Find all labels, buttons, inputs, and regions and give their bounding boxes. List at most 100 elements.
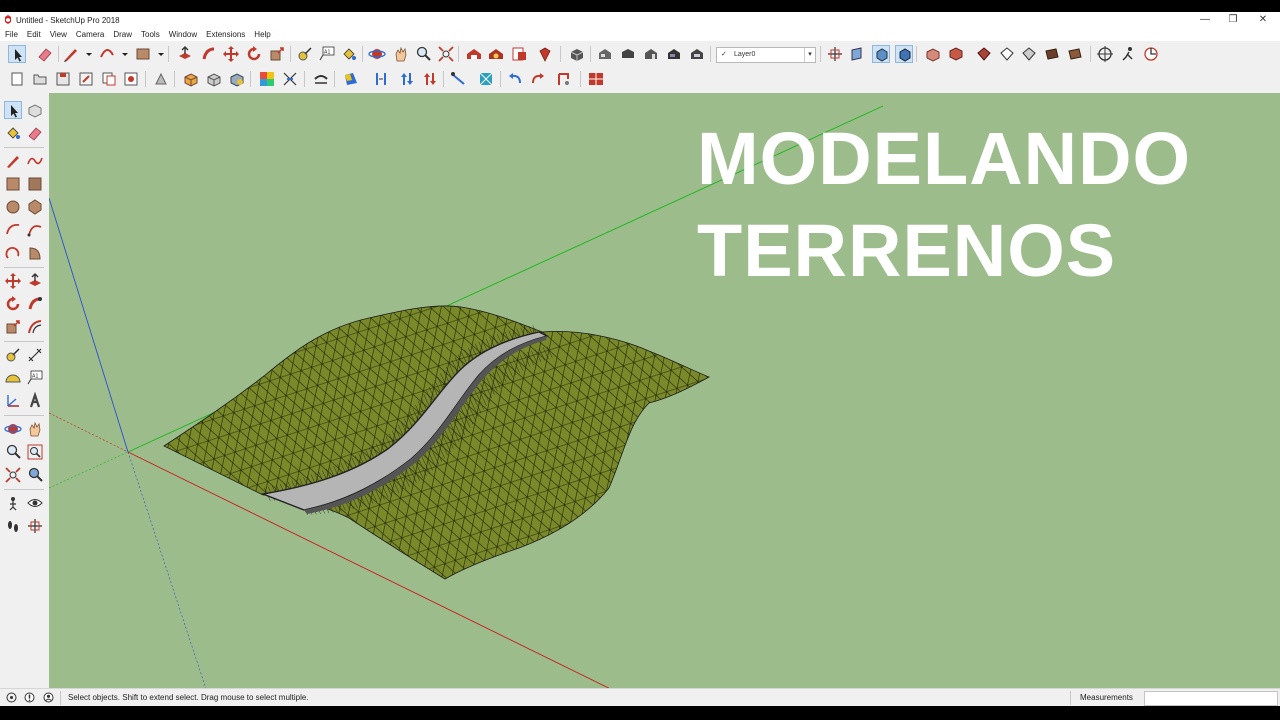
view-front-button[interactable]	[642, 45, 660, 63]
left-follow-me-tool[interactable]	[26, 295, 44, 313]
left-2pt-arc-tool[interactable]	[26, 221, 44, 239]
paint-face-button[interactable]	[342, 70, 360, 88]
redo-button[interactable]	[529, 70, 547, 88]
move-up-button[interactable]	[398, 70, 416, 88]
3d-warehouse-button[interactable]	[465, 45, 483, 63]
left-rectangle-tool[interactable]	[4, 175, 22, 193]
line-tool-dropdown[interactable]	[80, 45, 92, 63]
layout-button[interactable]	[510, 45, 528, 63]
shaded-style-button[interactable]	[1020, 45, 1038, 63]
hidden-line-style-button[interactable]	[998, 45, 1016, 63]
soften-edges-button[interactable]	[281, 70, 299, 88]
model-viewport[interactable]: MODELANDO TERRENOS	[49, 93, 1280, 698]
undo-button[interactable]	[506, 70, 524, 88]
smoove-tool-button[interactable]	[312, 70, 330, 88]
left-circle-tool[interactable]	[4, 198, 22, 216]
push-pull-tool-button[interactable]	[176, 45, 194, 63]
left-tape-measure-tool[interactable]	[4, 346, 22, 364]
paint-bucket-tool-button[interactable]	[340, 45, 358, 63]
menu-file[interactable]: File	[0, 28, 22, 41]
left-section-plane-tool[interactable]	[26, 517, 44, 535]
select-tool-button[interactable]	[8, 45, 26, 63]
look-around-button[interactable]	[1142, 45, 1160, 63]
menu-extensions[interactable]: Extensions	[201, 28, 249, 41]
tape-measure-tool-button[interactable]	[296, 45, 314, 63]
move-tool-button[interactable]	[222, 45, 240, 63]
left-pie-tool[interactable]	[26, 244, 44, 262]
left-previous-view-tool[interactable]	[26, 466, 44, 484]
rotate-tool-button[interactable]	[245, 45, 263, 63]
move-down-button[interactable]	[421, 70, 439, 88]
left-polygon-tool[interactable]	[26, 198, 44, 216]
display-section-fill-button[interactable]	[895, 45, 913, 63]
left-arc-tool[interactable]	[4, 221, 22, 239]
close-button[interactable]: ✕	[1248, 13, 1278, 27]
display-section-cuts-button[interactable]	[872, 45, 890, 63]
shaded-textures-style-button[interactable]	[1043, 45, 1061, 63]
back-edges-button[interactable]	[947, 45, 965, 63]
eraser-tool-button[interactable]	[36, 45, 54, 63]
line-tool-button[interactable]	[62, 45, 80, 63]
menu-view[interactable]: View	[45, 28, 71, 41]
left-pan-tool[interactable]	[26, 420, 44, 438]
add-detail-button[interactable]	[555, 70, 573, 88]
left-zoom-extents-tool[interactable]	[4, 466, 22, 484]
user-account-icon[interactable]	[43, 692, 54, 703]
left-text-tool[interactable]: A1	[26, 369, 44, 387]
left-3pt-arc-tool[interactable]	[4, 244, 22, 262]
left-line-tool[interactable]	[4, 152, 22, 170]
monochrome-style-button[interactable]	[1066, 45, 1084, 63]
left-freehand-tool[interactable]	[26, 152, 44, 170]
open-file-button[interactable]	[31, 70, 49, 88]
left-push-pull-tool[interactable]	[26, 272, 44, 290]
ruby-console-button[interactable]	[587, 70, 605, 88]
view-right-button[interactable]	[665, 45, 683, 63]
make-group-button[interactable]	[205, 70, 223, 88]
text-tool-button[interactable]: A1	[318, 45, 336, 63]
extension-warehouse-button[interactable]	[487, 45, 505, 63]
rectangle-tool-button[interactable]	[134, 45, 152, 63]
model-info-button[interactable]	[152, 70, 170, 88]
zoom-extents-button[interactable]	[437, 45, 455, 63]
cut-button[interactable]	[77, 70, 95, 88]
left-protractor-tool[interactable]	[4, 369, 22, 387]
menu-window[interactable]: Window	[164, 28, 201, 41]
make-component-button[interactable]	[182, 70, 200, 88]
flip-along-button[interactable]	[372, 70, 390, 88]
measurements-input[interactable]	[1144, 691, 1278, 706]
pan-tool-button[interactable]	[392, 45, 410, 63]
follow-me-tool-button[interactable]	[200, 45, 218, 63]
wireframe-style-button[interactable]	[975, 45, 993, 63]
left-position-camera-tool[interactable]	[4, 494, 22, 512]
display-section-planes-button[interactable]	[849, 45, 867, 63]
menu-tools[interactable]: Tools	[136, 28, 164, 41]
menu-camera[interactable]: Camera	[71, 28, 108, 41]
left-rotated-rectangle-tool[interactable]	[26, 175, 44, 193]
view-top-button[interactable]	[619, 45, 637, 63]
xray-style-button[interactable]	[924, 45, 942, 63]
left-walk-tool[interactable]	[4, 517, 22, 535]
new-file-button[interactable]	[8, 70, 26, 88]
drape-tool-button[interactable]	[477, 70, 495, 88]
paste-button[interactable]	[122, 70, 140, 88]
components-button[interactable]	[568, 45, 586, 63]
walk-tool-button[interactable]	[1119, 45, 1137, 63]
extension-manager-button[interactable]	[536, 45, 554, 63]
left-orbit-tool[interactable]	[4, 420, 22, 438]
left-zoom-tool[interactable]	[4, 443, 22, 461]
left-eraser-tool[interactable]	[26, 124, 44, 142]
materials-button[interactable]	[258, 70, 276, 88]
left-select-tool[interactable]	[4, 101, 22, 119]
left-offset-tool[interactable]	[26, 318, 44, 336]
left-3d-text-tool[interactable]	[26, 392, 44, 410]
orbit-tool-button[interactable]	[368, 45, 386, 63]
stamp-tool-button[interactable]	[449, 70, 467, 88]
left-move-tool[interactable]	[4, 272, 22, 290]
left-make-component-tool[interactable]	[26, 101, 44, 119]
solid-tools-button[interactable]	[228, 70, 246, 88]
credits-icon[interactable]	[24, 692, 35, 703]
view-iso-button[interactable]	[596, 45, 614, 63]
arc-tool-button[interactable]	[98, 45, 116, 63]
left-rotate-tool[interactable]	[4, 295, 22, 313]
left-paint-bucket-tool[interactable]	[4, 124, 22, 142]
